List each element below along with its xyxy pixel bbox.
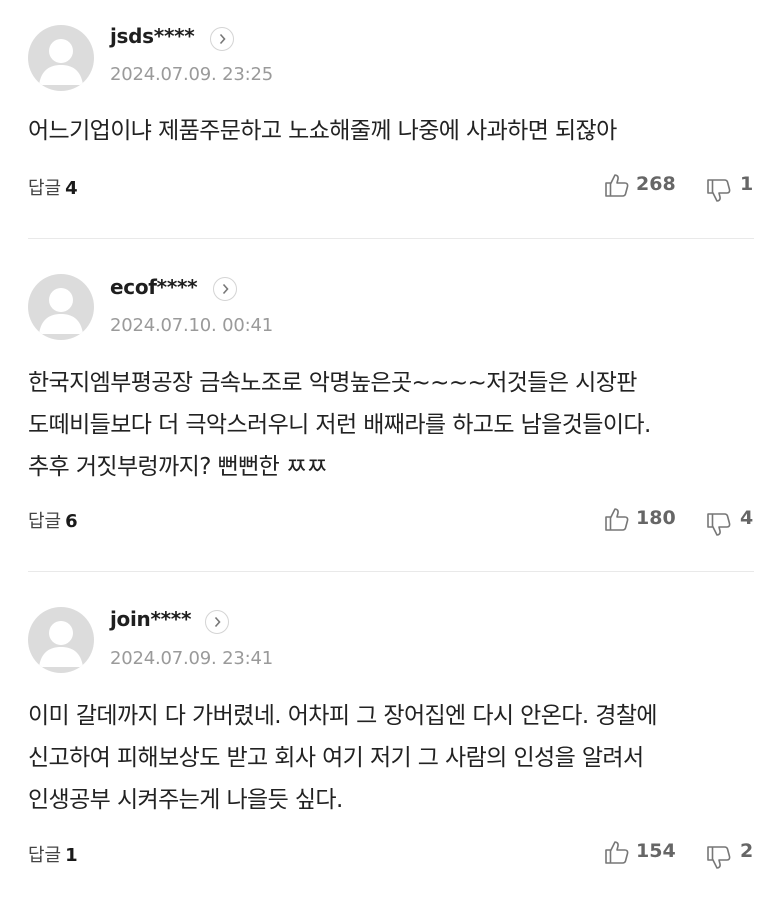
like-button[interactable]: 180 bbox=[604, 506, 684, 532]
dislike-count: 4 bbox=[740, 507, 754, 529]
chevron-right-icon bbox=[214, 616, 221, 628]
thumbs-down-icon bbox=[707, 513, 731, 536]
like-button[interactable]: 154 bbox=[604, 839, 684, 865]
comment-body: 이미 갈데까지 다 가버렸네. 어차피 그 장어집엔 다시 안온다. 경찰에 신… bbox=[28, 695, 748, 821]
reply-count: 1 bbox=[65, 845, 78, 866]
username[interactable]: ecof**** bbox=[110, 275, 198, 299]
like-count: 268 bbox=[636, 173, 676, 195]
comment-line: 한국지엠부평공장 금속노조로 악명높은곳~~~~저것들은 시장판 bbox=[28, 370, 637, 396]
comment-body: 어느기업이냐 제품주문하고 노쇼해줄께 나중에 사과하면 되잖아 bbox=[28, 110, 748, 152]
dislike-button[interactable]: 1 bbox=[706, 173, 756, 204]
user-silhouette-icon bbox=[39, 288, 83, 334]
thumbs-down-icon bbox=[707, 846, 731, 869]
thumbs-up-icon bbox=[605, 841, 629, 864]
comment-date: 2024.07.10. 00:41 bbox=[110, 315, 273, 336]
comment-date: 2024.07.09. 23:41 bbox=[110, 648, 273, 669]
reply-count: 4 bbox=[65, 178, 78, 199]
like-count: 180 bbox=[636, 507, 676, 529]
comment-item: join**** 2024.07.09. 23:41 이미 갈데까지 다 가버렸… bbox=[0, 571, 780, 898]
avatar[interactable] bbox=[28, 607, 94, 673]
reply-button[interactable]: 답글 1 bbox=[28, 841, 78, 867]
user-silhouette-icon bbox=[39, 39, 83, 85]
comment-line: 도떼비들보다 더 극악스러우니 저런 배째라를 하고도 남을것들이다. bbox=[28, 412, 651, 438]
comment-line: 신고하여 피해보상도 받고 회사 여기 저기 그 사람의 인성을 알려서 bbox=[28, 745, 644, 771]
profile-link-button[interactable] bbox=[205, 610, 229, 634]
comment-item: jsds**** 2024.07.09. 23:25 어느기업이냐 제품주문하고… bbox=[0, 0, 780, 238]
chevron-right-icon bbox=[222, 283, 229, 295]
thumbs-up-icon bbox=[605, 508, 629, 531]
dislike-button[interactable]: 2 bbox=[706, 840, 756, 871]
user-silhouette-icon bbox=[39, 621, 83, 667]
reply-button[interactable]: 답글 4 bbox=[28, 174, 78, 200]
profile-link-button[interactable] bbox=[213, 277, 237, 301]
username[interactable]: jsds**** bbox=[110, 24, 195, 48]
comment-item: ecof**** 2024.07.10. 00:41 한국지엠부평공장 금속노조… bbox=[0, 238, 780, 571]
dislike-count: 1 bbox=[740, 173, 754, 195]
thumbs-up-icon bbox=[605, 174, 629, 197]
reply-label: 답글 bbox=[28, 178, 62, 199]
thumbs-down-icon bbox=[707, 179, 731, 202]
reply-label: 답글 bbox=[28, 511, 62, 532]
dislike-button[interactable]: 4 bbox=[706, 507, 756, 538]
avatar[interactable] bbox=[28, 274, 94, 340]
comment-line: 어느기업이냐 제품주문하고 노쇼해줄께 나중에 사과하면 되잖아 bbox=[28, 118, 617, 144]
avatar[interactable] bbox=[28, 25, 94, 91]
comment-line: 이미 갈데까지 다 가버렸네. 어차피 그 장어집엔 다시 안온다. 경찰에 bbox=[28, 703, 658, 729]
chevron-right-icon bbox=[219, 33, 226, 45]
reply-button[interactable]: 답글 6 bbox=[28, 507, 78, 533]
comment-line: 인생공부 시켜주는게 나을듯 싶다. bbox=[28, 787, 343, 813]
reply-count: 6 bbox=[65, 511, 78, 532]
reply-label: 답글 bbox=[28, 845, 62, 866]
comment-line: 추후 거짓부렁까지? 뻔뻔한 ㅉㅉ bbox=[28, 454, 328, 480]
comment-date: 2024.07.09. 23:25 bbox=[110, 64, 273, 85]
profile-link-button[interactable] bbox=[210, 27, 234, 51]
like-button[interactable]: 268 bbox=[604, 172, 684, 198]
like-count: 154 bbox=[636, 840, 676, 862]
comment-body: 한국지엠부평공장 금속노조로 악명높은곳~~~~저것들은 시장판 도떼비들보다 … bbox=[28, 362, 748, 488]
username[interactable]: join**** bbox=[110, 607, 191, 631]
dislike-count: 2 bbox=[740, 840, 754, 862]
